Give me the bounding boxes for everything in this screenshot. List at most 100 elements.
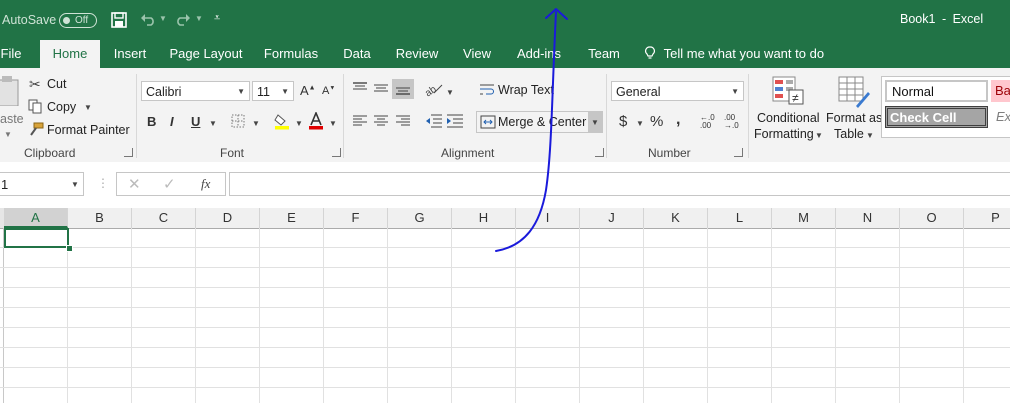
undo-icon[interactable] [140, 12, 156, 26]
insert-function-icon[interactable]: fx [201, 176, 210, 192]
style-check-cell[interactable]: Check Cell [885, 106, 988, 128]
comma-button[interactable]: , [676, 111, 680, 129]
formula-input[interactable] [229, 172, 1010, 196]
font-launcher-icon[interactable] [332, 148, 341, 157]
font-color-dropdown-icon[interactable]: ▼ [329, 119, 337, 128]
column-header-d[interactable]: D [196, 208, 260, 228]
cancel-icon[interactable]: ✕ [128, 175, 141, 193]
orientation-icon[interactable]: ab [425, 81, 443, 97]
tab-home[interactable]: Home [40, 40, 100, 68]
column-header-n[interactable]: N [836, 208, 900, 228]
number-format-box[interactable]: General ▼ [611, 81, 744, 101]
save-icon[interactable] [111, 12, 127, 28]
tab-page-layout[interactable]: Page Layout [168, 40, 244, 68]
column-header-p[interactable]: P [964, 208, 1010, 228]
borders-dropdown-icon[interactable]: ▼ [252, 119, 260, 128]
copy-dropdown-icon[interactable]: ▼ [84, 103, 92, 112]
decrease-decimal-button[interactable]: .00 →.0 [724, 114, 742, 130]
column-header-o[interactable]: O [900, 208, 964, 228]
increase-decimal-button[interactable]: ←.0 .00 [700, 114, 718, 130]
column-header-a[interactable]: A [4, 208, 68, 228]
redo-dropdown-icon[interactable]: ▼ [195, 14, 203, 23]
font-size-dropdown-icon[interactable]: ▼ [281, 82, 289, 102]
column-header-k[interactable]: K [644, 208, 708, 228]
tab-formulas[interactable]: Formulas [260, 40, 322, 68]
font-name-box[interactable]: Calibri ▼ [141, 81, 250, 101]
decrease-font-size-icon[interactable]: A▼ [322, 85, 335, 97]
increase-font-size-icon[interactable]: A▲ [300, 83, 316, 98]
customize-toolbar-icon[interactable]: ⩡ [214, 12, 220, 25]
align-right-icon[interactable] [395, 115, 411, 127]
cut-button[interactable]: Cut [47, 77, 66, 91]
align-center-icon[interactable] [373, 115, 389, 127]
autosave-toggle[interactable]: Off [59, 13, 97, 28]
paste-icon[interactable] [0, 76, 20, 106]
font-color-icon[interactable] [308, 112, 324, 130]
italic-button[interactable]: I [170, 114, 174, 129]
conditional-formatting-dropdown-icon[interactable]: ▼ [815, 131, 823, 140]
clipboard-launcher-icon[interactable] [124, 148, 133, 157]
name-box[interactable]: 1 ▼ [0, 172, 84, 196]
name-box-dropdown-icon[interactable]: ▼ [71, 180, 79, 189]
currency-button[interactable]: $ [619, 113, 627, 130]
worksheet-grid[interactable] [0, 228, 1010, 403]
column-header-h[interactable]: H [452, 208, 516, 228]
style-bad[interactable]: Ba [991, 80, 1010, 102]
format-as-table-label-2[interactable]: Table [834, 127, 864, 141]
tab-team[interactable]: Team [582, 40, 626, 68]
column-header-i[interactable]: I [516, 208, 580, 228]
font-size-box[interactable]: 11 ▼ [252, 81, 294, 101]
column-header-f[interactable]: F [324, 208, 388, 228]
column-header-g[interactable]: G [388, 208, 452, 228]
column-header-l[interactable]: L [708, 208, 772, 228]
underline-button[interactable]: U [191, 114, 200, 129]
column-header-b[interactable]: B [68, 208, 132, 228]
style-explanatory-label[interactable]: Ex [996, 109, 1010, 124]
align-left-icon[interactable] [352, 115, 368, 127]
column-header-c[interactable]: C [132, 208, 196, 228]
column-header-m[interactable]: M [772, 208, 836, 228]
tab-insert[interactable]: Insert [108, 40, 152, 68]
fill-handle[interactable] [66, 245, 73, 252]
tab-review[interactable]: Review [392, 40, 442, 68]
tell-me-box[interactable]: Tell me what you want to do [645, 40, 824, 68]
column-header-j[interactable]: J [580, 208, 644, 228]
paste-dropdown-icon[interactable]: ▼ [4, 130, 12, 139]
number-launcher-icon[interactable] [734, 148, 743, 157]
tab-data[interactable]: Data [338, 40, 376, 68]
font-name-dropdown-icon[interactable]: ▼ [237, 82, 245, 102]
wrap-text-button[interactable]: Wrap Text [498, 83, 554, 97]
redo-icon[interactable] [175, 12, 191, 26]
fill-color-icon[interactable] [274, 112, 290, 130]
undo-dropdown-icon[interactable]: ▼ [159, 14, 167, 23]
bold-button[interactable]: B [147, 114, 156, 129]
middle-align-icon[interactable] [373, 82, 389, 94]
format-as-table-dropdown-icon[interactable]: ▼ [866, 131, 874, 140]
merge-center-button[interactable]: Merge & Center ▼ [476, 111, 603, 133]
fill-color-dropdown-icon[interactable]: ▼ [295, 119, 303, 128]
paste-label[interactable]: aste [0, 112, 24, 126]
underline-dropdown-icon[interactable]: ▼ [209, 119, 217, 128]
top-align-icon[interactable] [352, 82, 368, 94]
format-as-table-label[interactable]: Format as [826, 111, 882, 125]
number-format-dropdown-icon[interactable]: ▼ [731, 82, 739, 102]
tab-file[interactable]: File [0, 40, 22, 68]
alignment-launcher-icon[interactable] [595, 148, 604, 157]
decrease-indent-icon[interactable] [425, 114, 443, 128]
increase-indent-icon[interactable] [446, 114, 464, 128]
conditional-formatting-label-2[interactable]: Formatting [754, 127, 814, 141]
active-cell[interactable] [4, 228, 69, 248]
conditional-formatting-label[interactable]: Conditional [757, 111, 820, 125]
copy-button[interactable]: Copy [47, 100, 76, 114]
tab-view[interactable]: View [458, 40, 496, 68]
enter-icon[interactable]: ✓ [163, 175, 176, 193]
column-header-e[interactable]: E [260, 208, 324, 228]
tab-add-ins[interactable]: Add-ins [512, 40, 566, 68]
merge-center-dropdown[interactable]: ▼ [588, 112, 602, 132]
bottom-align-button[interactable] [392, 79, 414, 99]
orientation-dropdown-icon[interactable]: ▼ [446, 88, 454, 97]
percent-button[interactable]: % [650, 113, 663, 130]
format-painter-button[interactable]: Format Painter [47, 123, 130, 137]
currency-dropdown-icon[interactable]: ▼ [636, 119, 644, 128]
borders-icon[interactable] [231, 114, 245, 128]
